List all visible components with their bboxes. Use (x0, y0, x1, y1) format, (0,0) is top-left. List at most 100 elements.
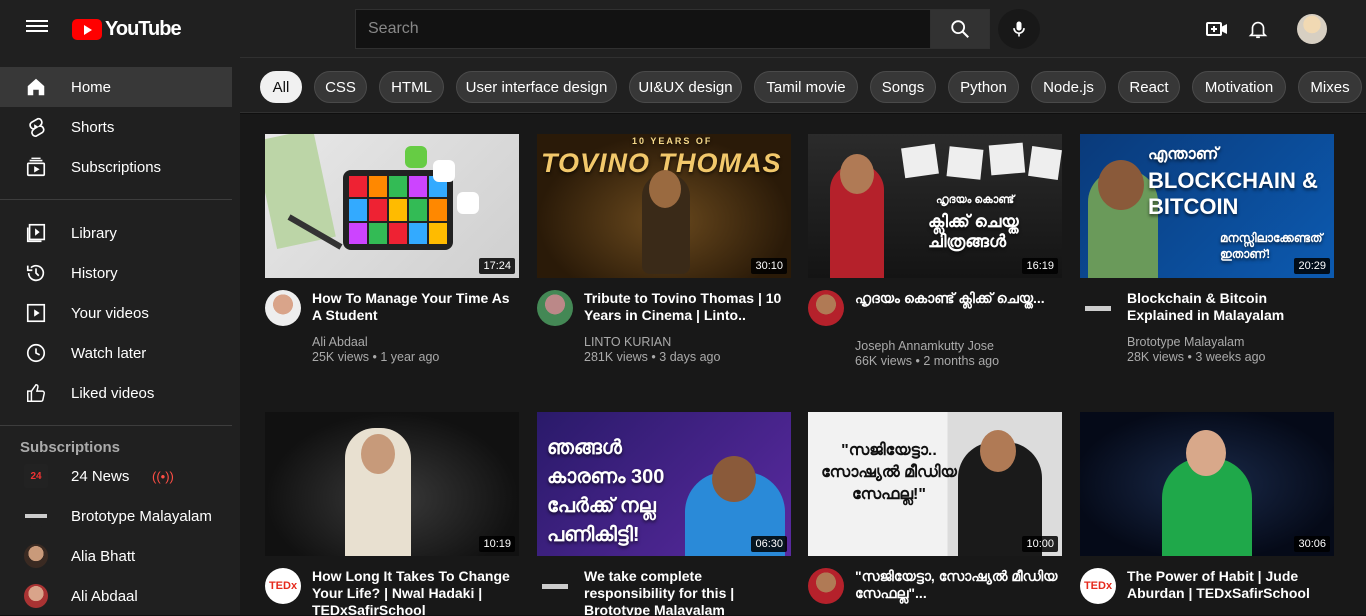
sidebar-item-library[interactable]: Library (0, 213, 232, 253)
search-input[interactable] (355, 9, 930, 49)
subscription-label: Ali Abdaal (71, 587, 138, 605)
chip-uiux-design[interactable]: UI&UX design (629, 71, 742, 103)
sidebar-item-label: Subscriptions (71, 158, 162, 176)
channel-avatar[interactable] (537, 568, 573, 604)
channel-avatar[interactable] (1080, 290, 1116, 326)
chip-html[interactable]: HTML (379, 71, 444, 103)
top-bar: YouTube (0, 0, 1366, 57)
youtube-play-icon (72, 18, 102, 40)
subscription-24-news[interactable]: 24 24 News ((•)) (0, 456, 232, 496)
channel-avatar-tedx[interactable]: TEDx (1080, 568, 1116, 604)
video-thumbnail[interactable]: ഹൃദയം കൊണ്ട് ക്ലിക്ക് ചെയ്ത ചിത്രങ്ങൾ 16… (808, 134, 1062, 278)
chip-react[interactable]: React (1118, 71, 1180, 103)
video-thumbnail[interactable]: ഞങ്ങൾ കാരണം 300 പേർക്ക് നല്ല പണികിട്ടി! … (537, 412, 791, 556)
sidebar-divider (0, 199, 232, 200)
video-duration: 16:19 (1022, 258, 1058, 274)
chip-css[interactable]: CSS (314, 71, 367, 103)
sidebar-item-label: Shorts (71, 118, 115, 136)
video-duration: 17:24 (479, 258, 515, 274)
search-bar (355, 9, 990, 49)
chip-python[interactable]: Python (948, 71, 1019, 103)
video-title[interactable]: How To Manage Your Time As A Student (312, 290, 519, 324)
video-title[interactable]: We take complete responsibility for this… (584, 568, 791, 615)
chip-all[interactable]: All (260, 71, 302, 103)
video-duration: 06:30 (751, 536, 787, 552)
channel-name[interactable]: Brototype Malayalam (1127, 335, 1244, 349)
sidebar: Home Shorts Subscriptions Library Histor… (0, 57, 240, 615)
upload-age: 2 months ago (923, 354, 1000, 368)
channel-avatar[interactable] (808, 290, 844, 326)
subscription-brototype-malayalam[interactable]: Brototype Malayalam (0, 496, 232, 536)
video-duration: 10:00 (1022, 536, 1058, 552)
sidebar-item-watch-later[interactable]: Watch later (0, 333, 232, 373)
channel-avatar[interactable] (808, 568, 844, 604)
video-meta: 281K views • 3 days ago (584, 350, 721, 364)
chip-songs[interactable]: Songs (870, 71, 936, 103)
video-title[interactable]: "സജിയേട്ടാ, സോഷ്യൽ മീഡിയ സേഫല്ല"... (855, 568, 1062, 602)
chip-nodejs[interactable]: Node.js (1031, 71, 1106, 103)
subscription-label: Brototype Malayalam (71, 507, 212, 525)
account-avatar[interactable] (1297, 14, 1327, 44)
watch-later-icon (24, 341, 48, 365)
video-title[interactable]: ഹൃദയം കൊണ്ട് ക്ലിക്ക് ചെയ്ത... (855, 290, 1062, 307)
video-thumbnail[interactable]: എന്താണ് BLOCKCHAIN & BITCOIN മനസ്സിലാക്ക… (1080, 134, 1334, 278)
chip-mixes[interactable]: Mixes (1298, 71, 1362, 103)
chip-tamil-movie[interactable]: Tamil movie (754, 71, 858, 103)
sidebar-item-label: Your videos (71, 304, 149, 322)
channel-name[interactable]: Ali Abdaal (312, 335, 368, 349)
hamburger-menu-icon[interactable] (26, 17, 48, 39)
video-thumbnail[interactable]: 30:06 (1080, 412, 1334, 556)
subscription-alia-bhatt[interactable]: Alia Bhatt (0, 536, 232, 576)
video-duration: 30:06 (1294, 536, 1330, 552)
video-duration: 30:10 (751, 258, 787, 274)
video-thumbnail[interactable]: 10:19 (265, 412, 519, 556)
view-count: 66K views (855, 354, 912, 368)
library-icon (24, 221, 48, 245)
channel-logo-brototype (24, 504, 48, 528)
sidebar-item-subscriptions[interactable]: Subscriptions (0, 147, 232, 187)
channel-logo-24-news: 24 (24, 464, 48, 488)
notifications-button[interactable] (1246, 17, 1270, 41)
channel-name[interactable]: Joseph Annamkutty Jose (855, 339, 994, 353)
video-duration: 10:19 (479, 536, 515, 552)
live-broadcast-icon: ((•)) (152, 468, 174, 484)
sidebar-item-label: Liked videos (71, 384, 155, 402)
thumbnail-caption: എന്താണ് (1148, 146, 1219, 163)
video-thumbnail[interactable]: 10 YEARS OF TOVINO THOMAS 30:10 (537, 134, 791, 278)
channel-avatar[interactable] (265, 290, 301, 326)
sidebar-item-your-videos[interactable]: Your videos (0, 293, 232, 333)
subscriptions-heading: Subscriptions (20, 439, 121, 456)
upload-age: 1 year ago (380, 350, 440, 364)
sidebar-item-label: Library (71, 224, 117, 242)
create-video-button[interactable] (1205, 17, 1229, 41)
video-duration: 20:29 (1294, 258, 1330, 274)
sidebar-item-label: Home (71, 78, 112, 96)
home-icon (24, 75, 48, 99)
search-button[interactable] (930, 9, 990, 49)
video-title[interactable]: Blockchain & Bitcoin Explained in Malaya… (1127, 290, 1334, 324)
video-title[interactable]: How Long It Takes To Change Your Life? |… (312, 568, 519, 615)
chip-motivation[interactable]: Motivation (1192, 71, 1286, 103)
video-meta: 28K views • 3 weeks ago (1127, 350, 1266, 364)
video-thumbnail[interactable]: "സജിയേട്ടാ.. സോഷ്യൽ മീഡിയ സേഫല്ല!" 10:00 (808, 412, 1062, 556)
thumbnail-headline: BLOCKCHAIN & BITCOIN (1148, 168, 1318, 219)
sidebar-item-liked-videos[interactable]: Liked videos (0, 373, 232, 413)
video-title[interactable]: Tribute to Tovino Thomas | 10 Years in C… (584, 290, 791, 324)
channel-avatar[interactable] (537, 290, 573, 326)
video-title[interactable]: The Power of Habit | Jude Aburdan | TEDx… (1127, 568, 1334, 602)
sidebar-item-home[interactable]: Home (0, 67, 232, 107)
channel-avatar-tedx[interactable]: TEDx (265, 568, 301, 604)
microphone-icon (1013, 21, 1025, 37)
sidebar-item-shorts[interactable]: Shorts (0, 107, 232, 147)
subscription-ali-abdaal[interactable]: Ali Abdaal (0, 576, 232, 616)
video-meta: 25K views • 1 year ago (312, 350, 440, 364)
channel-name[interactable]: LINTO KURIAN (584, 335, 671, 349)
chip-user-interface-design[interactable]: User interface design (456, 71, 617, 103)
voice-search-button[interactable] (998, 9, 1040, 49)
logo-text: YouTube (105, 17, 182, 40)
view-count: 25K views (312, 350, 369, 364)
youtube-logo[interactable]: YouTube (72, 17, 182, 40)
thumbnail-caption: 10 YEARS OF (632, 136, 713, 146)
video-thumbnail[interactable]: 17:24 (265, 134, 519, 278)
sidebar-item-history[interactable]: History (0, 253, 232, 293)
